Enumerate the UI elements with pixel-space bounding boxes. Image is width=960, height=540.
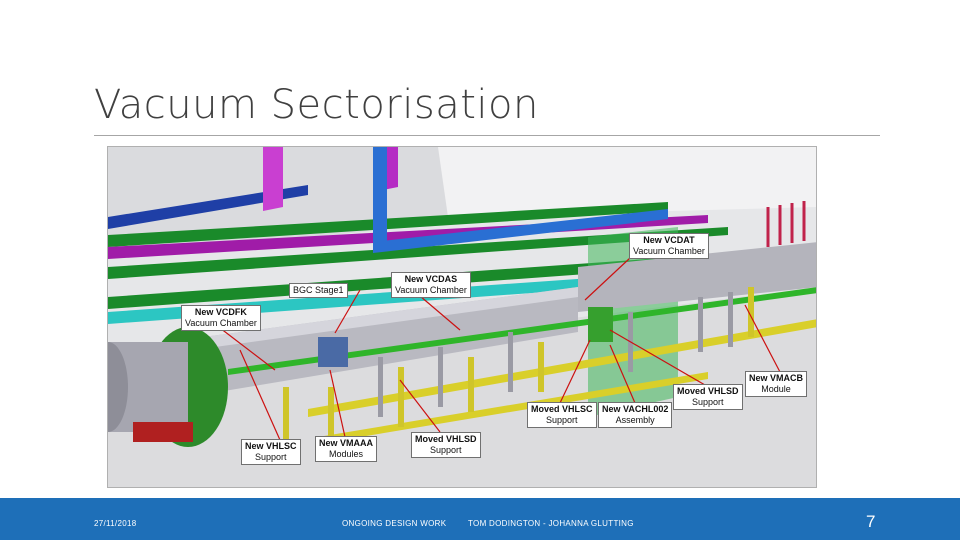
callout-new-vhlsc-type: Support	[254, 452, 287, 462]
callout-vcdfk-name: New VCDFK	[194, 307, 247, 317]
callout-new-vhlsc-name: New VHLSC	[245, 441, 297, 451]
callout-vmacb-name: New VMACB	[749, 373, 804, 383]
callout-moved-vhlsd-left-name: Moved VHLSD	[415, 434, 477, 444]
callout-vachl002: New VACHL002 Assembly	[598, 402, 673, 428]
footer-date: 27/11/2018	[94, 519, 137, 528]
callout-vcdas-name: New VCDAS	[404, 274, 458, 284]
callout-moved-vhlsd-left: Moved VHLSD Support	[411, 432, 481, 458]
callout-moved-vhlsc-type: Support	[545, 415, 578, 425]
callout-vachl002-name: New VACHL002	[602, 404, 669, 414]
slide-title: Vacuum Sectorisation	[94, 82, 539, 128]
callout-moved-vhlsd-right: Moved VHLSD Support	[673, 384, 743, 410]
callout-moved-vhlsd-right-name: Moved VHLSD	[677, 386, 739, 396]
footer-section: ONGOING DESIGN WORK	[342, 519, 447, 528]
footer-bar: 27/11/2018 ONGOING DESIGN WORK TOM DODIN…	[0, 498, 960, 540]
callout-moved-vhlsc-name: Moved VHLSC	[531, 404, 593, 414]
callout-moved-vhlsd-right-type: Support	[691, 397, 724, 407]
callout-bgc: BGC Stage1	[289, 283, 348, 298]
callout-vmacb-type: Module	[761, 384, 791, 394]
callout-vcdfk-type: Vacuum Chamber	[185, 318, 257, 328]
footer-authors: TOM DODINGTON - JOHANNA GLUTTING	[468, 519, 634, 528]
callout-vcdat-name: New VCDAT	[643, 235, 695, 245]
callout-new-vhlsc: New VHLSC Support	[241, 439, 301, 465]
title-divider	[94, 135, 880, 136]
callout-bgc-name: BGC Stage1	[293, 285, 344, 295]
callout-vmaaa: New VMAAA Modules	[315, 436, 378, 462]
callout-vcdfk: New VCDFK Vacuum Chamber	[181, 305, 261, 331]
callout-vcdat-type: Vacuum Chamber	[633, 246, 705, 256]
page-number: 7	[866, 512, 876, 531]
callout-vmaaa-name: New VMAAA	[319, 438, 374, 448]
callout-vcdas: New VCDAS Vacuum Chamber	[391, 272, 471, 298]
callout-moved-vhlsc: Moved VHLSC Support	[527, 402, 597, 428]
callout-vachl002-type: Assembly	[615, 415, 655, 425]
callout-vcdas-type: Vacuum Chamber	[395, 285, 467, 295]
callout-vmaaa-type: Modules	[328, 449, 364, 459]
callout-moved-vhlsd-left-type: Support	[429, 445, 462, 455]
callout-vcdat: New VCDAT Vacuum Chamber	[629, 233, 709, 259]
callout-vmacb: New VMACB Module	[745, 371, 808, 397]
